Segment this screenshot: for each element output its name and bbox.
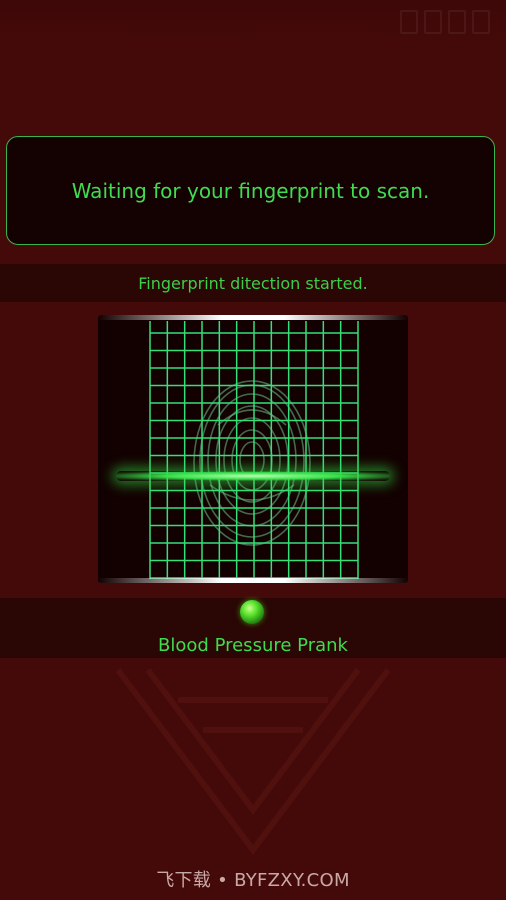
status-bar: [0, 0, 506, 48]
scanner-grid: [149, 321, 359, 579]
status-led-icon: [240, 600, 264, 624]
watermark-emblem-icon: [115, 668, 391, 855]
grid-lines: [149, 321, 359, 579]
status-icons: [380, 10, 490, 34]
detection-status-strip: Fingerprint ditection started.: [0, 264, 506, 302]
detection-status-text: Fingerprint ditection started.: [138, 273, 368, 293]
signal-icon: [400, 10, 418, 34]
battery-icon: [448, 10, 466, 34]
wifi-icon: [424, 10, 442, 34]
fingerprint-icon: [193, 380, 311, 546]
app-title: Blood Pressure Prank: [158, 635, 348, 656]
watermark-text: 飞下载 • BYFZXY.COM: [156, 870, 350, 891]
clock-icon: [472, 10, 490, 34]
message-panel: Waiting for your fingerprint to scan.: [6, 136, 495, 245]
scan-prompt-text: Waiting for your fingerprint to scan.: [71, 178, 430, 203]
scan-beam: [116, 471, 390, 481]
fingerprint-scanner[interactable]: [98, 315, 408, 583]
scanner-bottom-rail: [98, 578, 408, 583]
